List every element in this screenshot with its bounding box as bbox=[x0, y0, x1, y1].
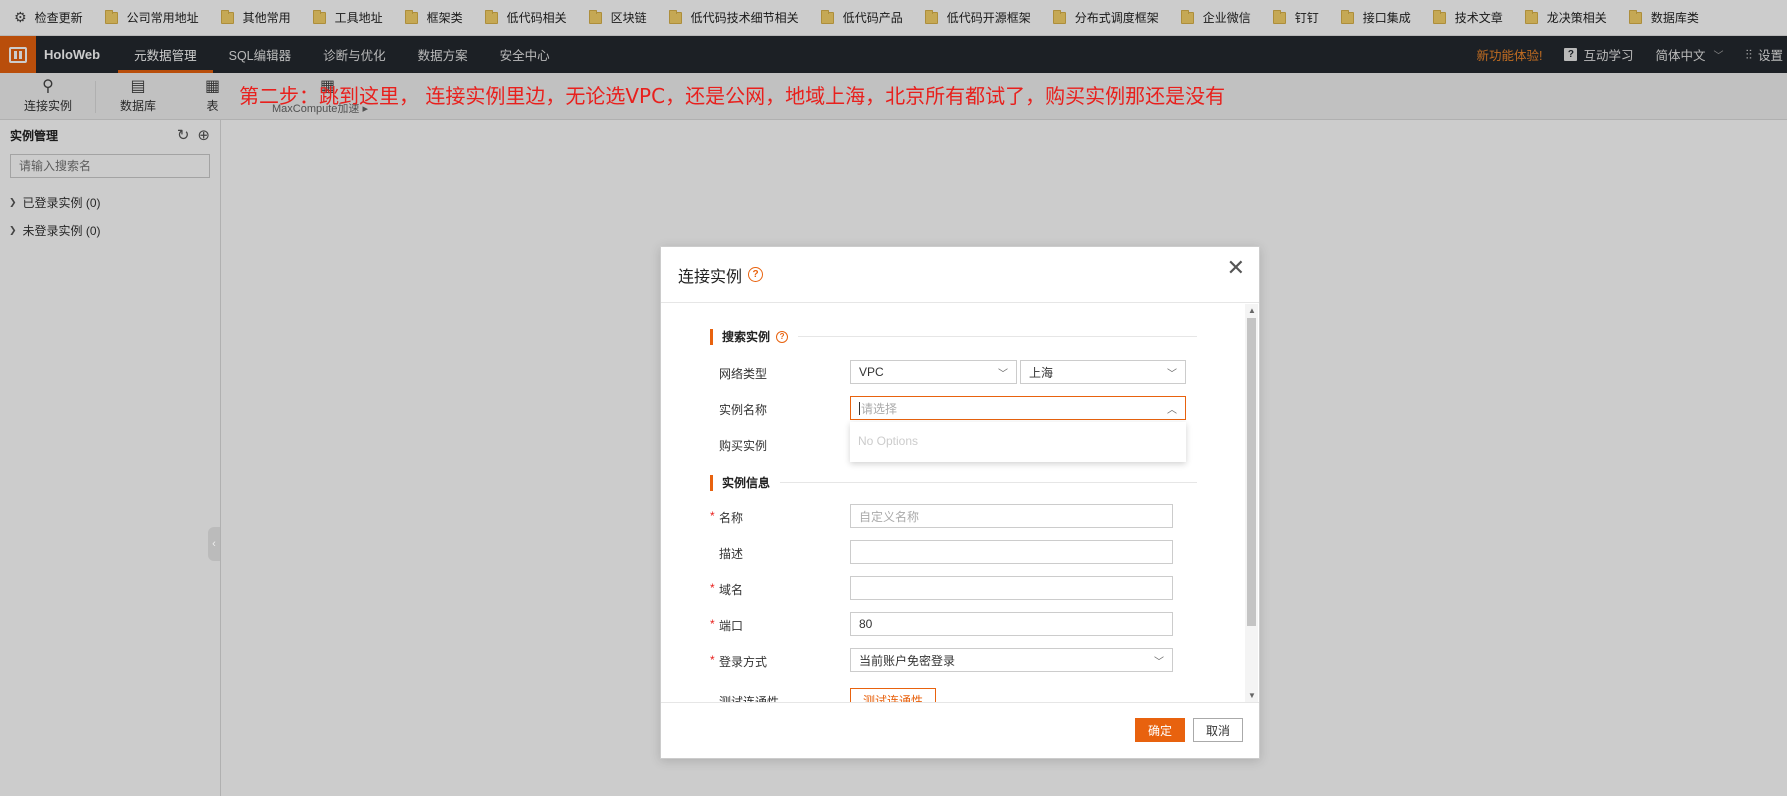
help-icon[interactable]: ? bbox=[748, 267, 764, 282]
test-connectivity-button[interactable]: 测试连通性 bbox=[850, 688, 936, 702]
network-type-select[interactable]: VPC ﹀ bbox=[850, 360, 1017, 384]
dialog-footer: 确定 取消 bbox=[661, 702, 1259, 758]
buy-instance-label: 购买实例 bbox=[719, 439, 768, 453]
text-caret bbox=[859, 401, 860, 415]
dialog-body: 搜索实例 ? 网络类型 VPC ﹀ 上海 ﹀ 实例名称 请选择 ︿ 购买实例 实… bbox=[661, 304, 1247, 702]
name-input[interactable]: 自定义名称 bbox=[850, 504, 1173, 528]
instance-name-label: 实例名称 bbox=[719, 403, 768, 417]
description-input[interactable] bbox=[850, 540, 1173, 564]
section-divider bbox=[798, 336, 1197, 337]
network-type-label: 网络类型 bbox=[719, 367, 768, 381]
ok-button[interactable]: 确定 bbox=[1135, 718, 1185, 742]
login-method-label: * 登录方式 bbox=[710, 653, 768, 669]
no-options-text: No Options bbox=[858, 434, 919, 448]
required-mark: * bbox=[710, 653, 715, 667]
connect-instance-dialog: 连接实例 ? ✕ 搜索实例 ? 网络类型 VPC ﹀ 上海 ﹀ 实例名称 请选择… bbox=[660, 246, 1260, 759]
section-instance-info: 实例信息 bbox=[710, 474, 1197, 491]
instance-name-select[interactable]: 请选择 ︿ bbox=[850, 396, 1186, 420]
required-mark: * bbox=[710, 581, 715, 595]
login-method-select[interactable]: 当前账户免密登录 ﹀ bbox=[850, 648, 1173, 672]
scroll-up-icon[interactable]: ▲ bbox=[1248, 306, 1256, 315]
section-search-instance: 搜索实例 ? bbox=[710, 328, 1197, 345]
close-icon[interactable]: ✕ bbox=[1227, 257, 1245, 279]
required-mark: * bbox=[710, 509, 715, 523]
annotation-text: 第二步：跳到这里， 连接实例里边，无论选VPC，还是公网，地域上海，北京所有都试… bbox=[239, 84, 1226, 108]
scroll-down-icon[interactable]: ▼ bbox=[1248, 691, 1256, 700]
section-divider bbox=[780, 482, 1197, 483]
name-label: * 名称 bbox=[710, 509, 744, 525]
port-label: * 端口 bbox=[710, 617, 744, 633]
domain-label: * 域名 bbox=[710, 581, 744, 597]
dialog-title: 连接实例 bbox=[678, 268, 743, 286]
chevron-up-icon: ︿ bbox=[1167, 404, 1177, 416]
port-input[interactable]: 80 bbox=[850, 612, 1173, 636]
section-accent-bar bbox=[710, 328, 713, 345]
test-connectivity-label: 测试连通性 bbox=[719, 695, 780, 702]
instance-dropdown-panel: No Options bbox=[850, 422, 1186, 462]
description-label: 描述 bbox=[719, 547, 744, 561]
domain-input[interactable] bbox=[850, 576, 1173, 600]
region-select[interactable]: 上海 ﹀ bbox=[1020, 360, 1186, 384]
chevron-down-icon: ﹀ bbox=[998, 368, 1008, 380]
scrollbar-thumb[interactable] bbox=[1247, 318, 1256, 626]
cancel-button[interactable]: 取消 bbox=[1193, 718, 1243, 742]
dialog-scrollbar[interactable]: ▲ ▼ bbox=[1245, 304, 1258, 702]
chevron-down-icon: ﹀ bbox=[1154, 656, 1164, 668]
section-accent-bar bbox=[710, 474, 713, 491]
chevron-down-icon: ﹀ bbox=[1167, 368, 1177, 380]
required-mark: * bbox=[710, 617, 715, 631]
help-icon[interactable]: ? bbox=[776, 330, 789, 343]
dialog-header: 连接实例 ? bbox=[661, 247, 1259, 303]
collapse-sidebar-handle[interactable]: ‹ bbox=[208, 527, 220, 561]
